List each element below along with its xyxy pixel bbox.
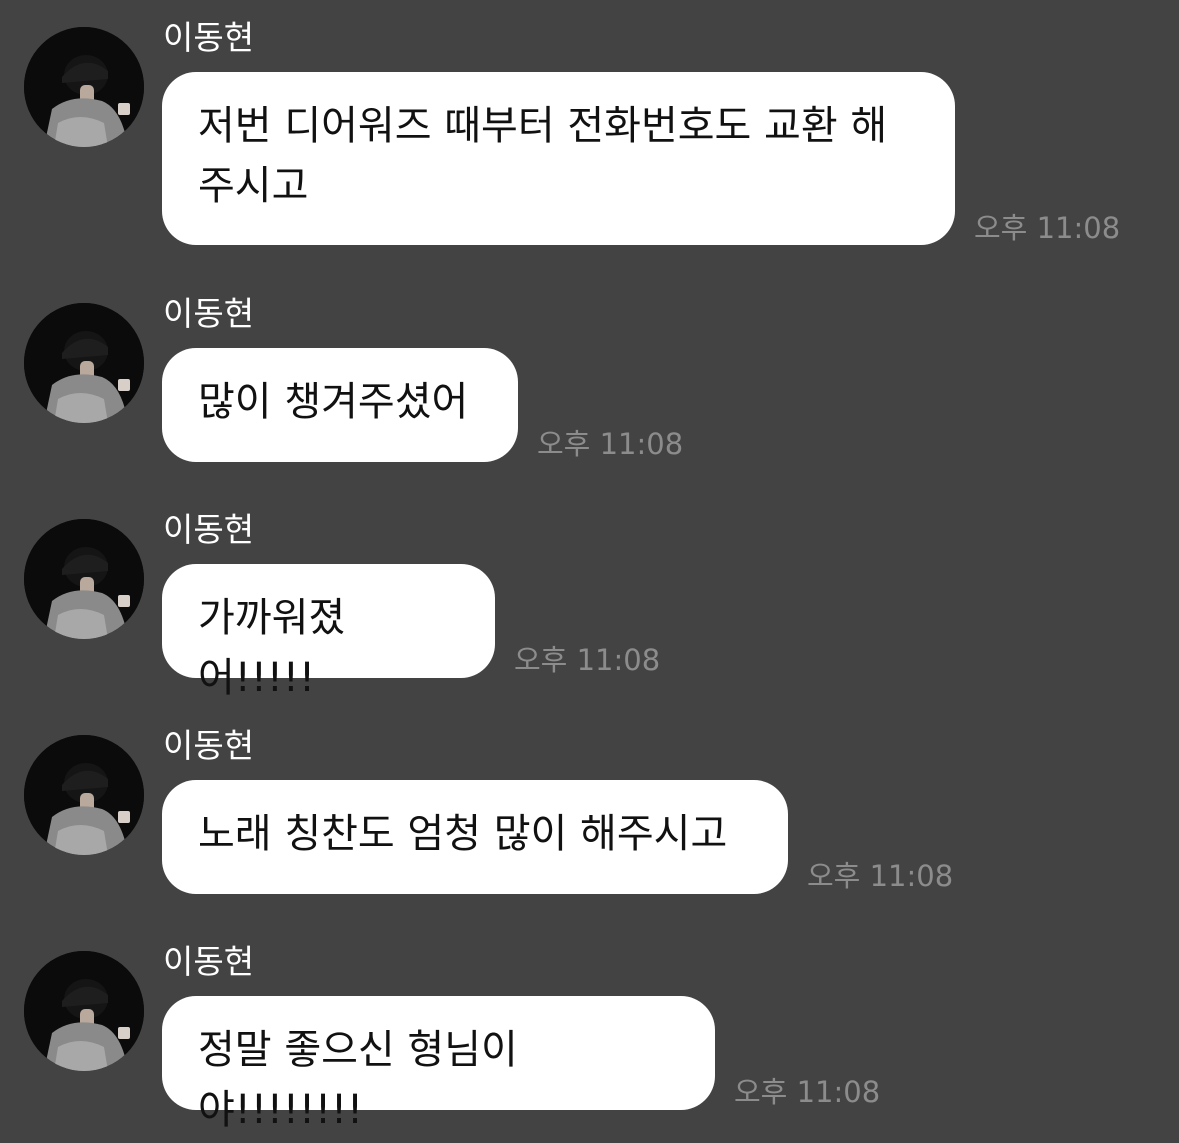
profile-photo-icon	[24, 303, 144, 423]
sender-avatar[interactable]	[24, 303, 144, 423]
message-bubble[interactable]: 저번 디어워즈 때부터 전화번호도 교환 해 주시고	[162, 72, 955, 245]
message-time: 오후 11:08	[807, 859, 954, 893]
sender-avatar[interactable]	[24, 519, 144, 639]
message-bubble[interactable]: 정말 좋으신 형님이야!!!!!!!!	[162, 996, 715, 1133]
sender-name: 이동현	[163, 942, 255, 981]
profile-photo-icon	[24, 951, 144, 1071]
message-bubble[interactable]: 많이 챙겨주셨어	[162, 348, 518, 462]
message-row: 이동현 저번 디어워즈 때부터 전화번호도 교환 해 주시고 오후 11:08	[0, 0, 1179, 245]
message-time: 오후 11:08	[514, 643, 661, 677]
sender-name: 이동현	[163, 510, 255, 549]
profile-photo-icon	[24, 735, 144, 855]
sender-avatar[interactable]	[24, 951, 144, 1071]
message-time: 오후 11:08	[974, 211, 1121, 245]
sender-avatar[interactable]	[24, 27, 144, 147]
sender-name: 이동현	[163, 18, 255, 57]
sender-name: 이동현	[163, 726, 255, 765]
sender-name: 이동현	[163, 294, 255, 333]
message-time: 오후 11:08	[734, 1075, 881, 1109]
message-row: 이동현 정말 좋으신 형님이야!!!!!!!! 오후 11:08	[0, 924, 1179, 1140]
message-bubble[interactable]: 가까워졌어!!!!!	[162, 564, 495, 701]
message-time: 오후 11:08	[537, 427, 684, 461]
message-row: 이동현 가까워졌어!!!!! 오후 11:08	[0, 492, 1179, 708]
message-row: 이동현 노래 칭찬도 엄청 많이 해주시고 오후 11:08	[0, 708, 1179, 924]
profile-photo-icon	[24, 519, 144, 639]
sender-avatar[interactable]	[24, 735, 144, 855]
message-bubble[interactable]: 노래 칭찬도 엄청 많이 해주시고	[162, 780, 788, 894]
message-row: 이동현 많이 챙겨주셨어 오후 11:08	[0, 276, 1179, 492]
profile-photo-icon	[24, 27, 144, 147]
